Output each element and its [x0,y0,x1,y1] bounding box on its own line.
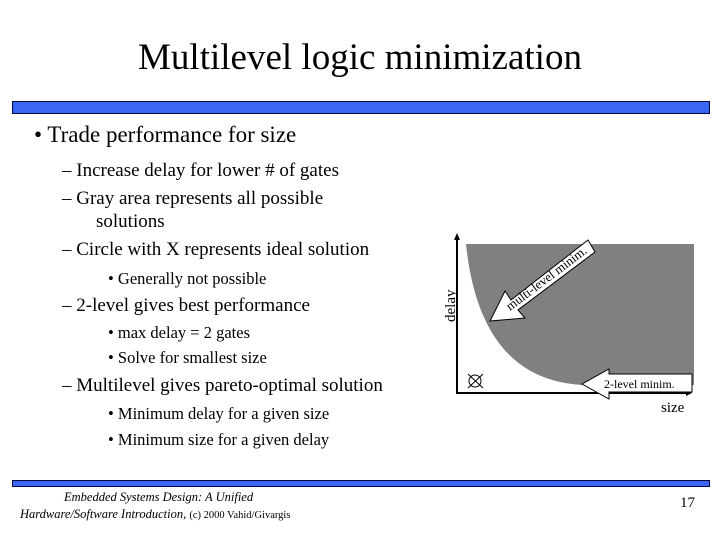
delay-axis-label: delay [443,289,459,322]
size-axis-label: size [661,400,685,416]
footer-line2: Hardware/Software Introduction, (c) 2000… [20,507,290,522]
delay-axis-arrowhead [454,233,460,240]
pareto-diagram: multi-level minim. 2-level minim. delay … [443,233,694,416]
circle-x-icon [467,373,484,389]
two-level-arrow-label: 2-level minim. [604,377,675,391]
footer-line1: Embedded Systems Design: A Unified [64,490,254,504]
footer-book-title: Hardware/Software Introduction, [20,507,187,521]
footer-divider-bar [12,480,710,487]
page-number: 17 [680,495,695,511]
footer-copyright: (c) 2000 Vahid/Givargis [189,510,291,521]
